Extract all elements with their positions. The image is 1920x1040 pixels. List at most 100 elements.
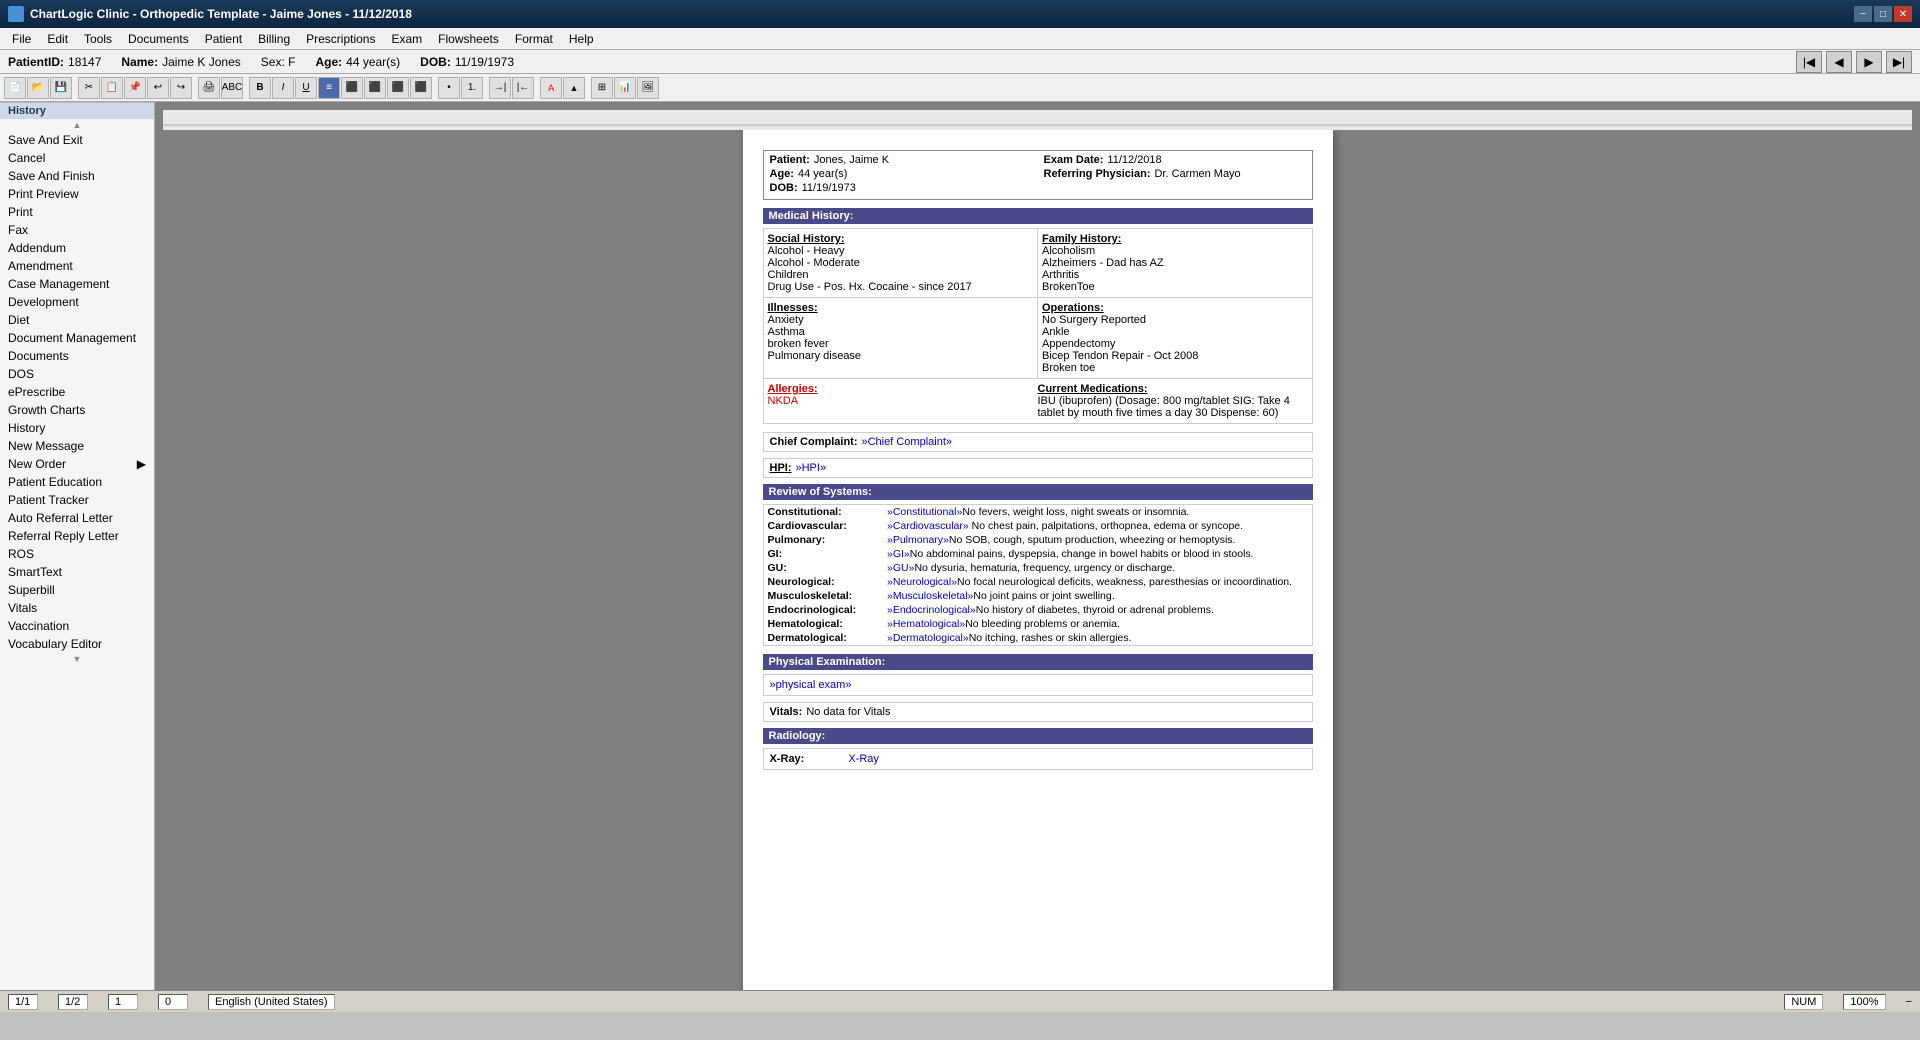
sidebar-item-amendment[interactable]: Amendment <box>0 257 154 275</box>
ros-link[interactable]: »GU» <box>887 562 914 574</box>
tb-center-button[interactable]: ⬛ <box>364 77 386 99</box>
ros-link[interactable]: »Constitutional» <box>887 506 962 518</box>
ros-link[interactable]: »GI» <box>887 548 910 560</box>
sidebar-item-print[interactable]: Print <box>0 203 154 221</box>
sidebar-item-fax[interactable]: Fax <box>0 221 154 239</box>
menu-item-billing[interactable]: Billing <box>250 30 298 48</box>
tb-undo-button[interactable]: ↩ <box>147 77 169 99</box>
tb-font-color-button[interactable]: A <box>540 77 562 99</box>
sidebar-item-diet[interactable]: Diet <box>0 311 154 329</box>
tb-align-button[interactable]: ≡ <box>318 77 340 99</box>
close-button[interactable]: ✕ <box>1894 6 1912 22</box>
tb-bullet-button[interactable]: • <box>438 77 460 99</box>
sidebar-item-new-order[interactable]: New Order ▶ <box>0 455 154 473</box>
scroll-down-indicator[interactable]: ▼ <box>0 653 154 665</box>
menu-item-tools[interactable]: Tools <box>76 30 120 48</box>
tb-underline-button[interactable]: U <box>295 77 317 99</box>
ros-link[interactable]: »Musculoskeletal» <box>887 590 973 602</box>
sidebar-item-case-management[interactable]: Case Management <box>0 275 154 293</box>
tb-print-button[interactable]: 🖨 <box>198 77 220 99</box>
sidebar-item-vocabulary-editor[interactable]: Vocabulary Editor <box>0 635 154 653</box>
sidebar-item-smarttext[interactable]: SmartText <box>0 563 154 581</box>
ros-link[interactable]: »Dermatological» <box>887 632 969 644</box>
ros-link[interactable]: »Neurological» <box>887 576 957 588</box>
family-item-3: Arthritis <box>1042 269 1308 281</box>
tb-justify-button[interactable]: ⬛ <box>410 77 432 99</box>
menu-item-file[interactable]: File <box>4 30 39 48</box>
medical-history-header: Medical History: <box>763 208 1313 224</box>
sidebar-item-print-preview[interactable]: Print Preview <box>0 185 154 203</box>
menu-item-edit[interactable]: Edit <box>39 30 76 48</box>
tb-right-button[interactable]: ⬛ <box>387 77 409 99</box>
tb-cut-button[interactable]: ✂ <box>78 77 100 99</box>
tb-new-button[interactable]: 📄 <box>4 77 26 99</box>
tb-chart-button[interactable]: 📊 <box>614 77 636 99</box>
tb-italic-button[interactable]: I <box>272 77 294 99</box>
maximize-button[interactable]: □ <box>1874 6 1892 22</box>
tb-save-button[interactable]: 💾 <box>50 77 72 99</box>
vitals-value: No data for Vitals <box>806 706 890 718</box>
menu-item-flowsheets[interactable]: Flowsheets <box>430 30 507 48</box>
ros-link[interactable]: »Cardiovascular» <box>887 520 969 532</box>
tb-left-align-button[interactable]: ⬛ <box>341 77 363 99</box>
menu-item-exam[interactable]: Exam <box>383 30 430 48</box>
minimize-button[interactable]: − <box>1854 6 1872 22</box>
sidebar-item-patient-education[interactable]: Patient Education <box>0 473 154 491</box>
sidebar-item-patient-tracker[interactable]: Patient Tracker <box>0 491 154 509</box>
tb-copy-button[interactable]: 📋 <box>101 77 123 99</box>
sidebar-item-save-and-finish[interactable]: Save And Finish <box>0 167 154 185</box>
nav-prev-button[interactable]: ◀ <box>1826 51 1852 73</box>
tb-table-button[interactable]: ⊞ <box>591 77 613 99</box>
tb-indent-button[interactable]: →| <box>489 77 511 99</box>
language-status: English (United States) <box>208 994 335 1010</box>
sidebar-item-ros[interactable]: ROS <box>0 545 154 563</box>
tb-open-button[interactable]: 📂 <box>27 77 49 99</box>
ros-table: Constitutional:»Constitutional»No fevers… <box>763 504 1313 646</box>
sidebar-item-eprescribe[interactable]: ePrescribe <box>0 383 154 401</box>
menu-item-patient[interactable]: Patient <box>197 30 250 48</box>
sidebar-item-vitals[interactable]: Vitals <box>0 599 154 617</box>
physical-exam-link[interactable]: »physical exam» <box>770 679 852 691</box>
sidebar-item-save-and-exit[interactable]: Save And Exit <box>0 131 154 149</box>
family-item-4: BrokenToe <box>1042 281 1308 293</box>
menu-item-prescriptions[interactable]: Prescriptions <box>298 30 383 48</box>
scroll-up-indicator[interactable]: ▲ <box>0 119 154 131</box>
chief-complaint-link[interactable]: »Chief Complaint» <box>862 436 953 448</box>
ruler: // ruler ticks will be drawn via inline <box>163 110 1912 130</box>
tb-spell-button[interactable]: ABC <box>221 77 243 99</box>
op-item-4: Bicep Tendon Repair - Oct 2008 <box>1042 350 1308 362</box>
nav-first-button[interactable]: |◀ <box>1796 51 1822 73</box>
sidebar-item-document-management[interactable]: Document Management <box>0 329 154 347</box>
ros-link[interactable]: »Hematological» <box>887 618 965 630</box>
menu-item-format[interactable]: Format <box>507 30 561 48</box>
sidebar-item-dos[interactable]: DOS <box>0 365 154 383</box>
xray-link[interactable]: X-Ray <box>848 753 879 765</box>
ros-link[interactable]: »Endocrinological» <box>887 604 976 616</box>
nav-last-button[interactable]: ▶| <box>1886 51 1912 73</box>
zoom-decrease-button[interactable]: − <box>1906 996 1912 1008</box>
sidebar-item-addendum[interactable]: Addendum <box>0 239 154 257</box>
sidebar-item-new-message[interactable]: New Message <box>0 437 154 455</box>
tb-bold-button[interactable]: B <box>249 77 271 99</box>
sidebar-item-vaccination[interactable]: Vaccination <box>0 617 154 635</box>
menu-item-documents[interactable]: Documents <box>120 30 197 48</box>
tb-outdent-button[interactable]: |← <box>512 77 534 99</box>
sidebar-item-development[interactable]: Development <box>0 293 154 311</box>
nav-next-button[interactable]: ▶ <box>1856 51 1882 73</box>
ros-link[interactable]: »Pulmonary» <box>887 534 949 546</box>
menu-item-help[interactable]: Help <box>561 30 602 48</box>
sidebar-item-documents[interactable]: Documents <box>0 347 154 365</box>
sidebar-item-referral-reply-letter[interactable]: Referral Reply Letter <box>0 527 154 545</box>
tb-highlight-button[interactable]: ▲ <box>563 77 585 99</box>
sidebar-item-superbill[interactable]: Superbill <box>0 581 154 599</box>
tb-paste-button[interactable]: 📌 <box>124 77 146 99</box>
sidebar-item-history[interactable]: History <box>0 419 154 437</box>
sidebar-item-auto-referral-letter[interactable]: Auto Referral Letter <box>0 509 154 527</box>
tb-redo-button[interactable]: ↪ <box>170 77 192 99</box>
tb-image-button[interactable]: 🖼 <box>637 77 659 99</box>
sidebar-item-cancel[interactable]: Cancel <box>0 149 154 167</box>
hpi-link[interactable]: »HPI» <box>796 462 827 474</box>
tb-numbered-button[interactable]: 1. <box>461 77 483 99</box>
sidebar-item-growth-charts[interactable]: Growth Charts <box>0 401 154 419</box>
content-area[interactable]: // ruler ticks will be drawn via inline … <box>155 102 1920 990</box>
